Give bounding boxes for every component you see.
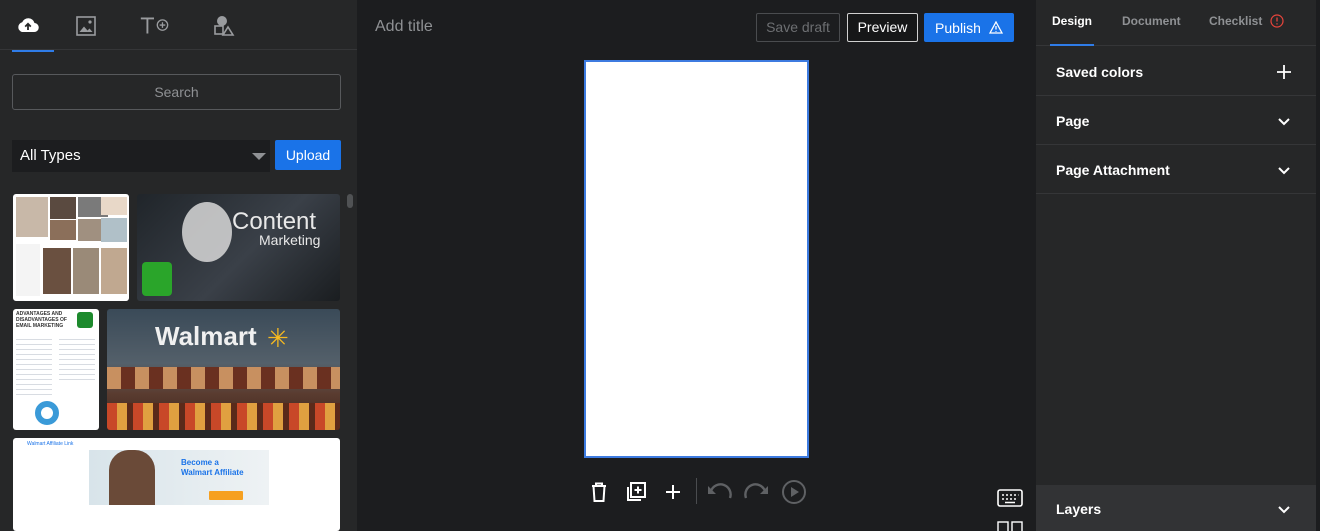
- story-editor: All Types Upload Content Marketing ADVAN…: [0, 0, 1320, 531]
- layers-panel-header[interactable]: Layers: [1036, 485, 1316, 531]
- publish-button[interactable]: Publish: [924, 13, 1014, 42]
- left-panel: All Types Upload Content Marketing ADVAN…: [0, 0, 357, 531]
- saved-colors-label: Saved colors: [1056, 64, 1144, 80]
- affiliate-cta: [209, 491, 243, 500]
- shapes-icon[interactable]: [208, 10, 240, 42]
- page-section[interactable]: Page: [1036, 96, 1316, 145]
- type-filter-select[interactable]: All Types: [12, 140, 270, 172]
- page-attachment-label: Page Attachment: [1056, 162, 1170, 178]
- right-panel: Design Document Checklist Saved colors P…: [1036, 0, 1316, 531]
- add-page-icon[interactable]: [659, 478, 687, 506]
- media-tabs: [0, 0, 357, 52]
- duplicate-page-icon[interactable]: [622, 478, 650, 506]
- green-logo-icon: [142, 262, 172, 296]
- page-section-label: Page: [1056, 113, 1090, 129]
- walmart-spark-icon: ✳: [267, 323, 289, 353]
- thumb-content-marketing[interactable]: Content Marketing: [137, 194, 340, 301]
- page-attachment-section[interactable]: Page Attachment: [1036, 145, 1316, 194]
- chevron-down-icon[interactable]: [1276, 162, 1292, 178]
- thumb-walmart-affiliate[interactable]: Walmart Affiliate Link Become a Walmart …: [13, 438, 340, 531]
- image-icon[interactable]: [70, 10, 102, 42]
- add-color-icon[interactable]: [1276, 64, 1292, 80]
- tab-design[interactable]: Design: [1049, 14, 1095, 46]
- collage-tile: [101, 197, 127, 215]
- grid-view-icon[interactable]: [997, 519, 1023, 531]
- window-edge: [1316, 0, 1320, 531]
- chevron-down-icon[interactable]: [1276, 501, 1292, 517]
- affiliate-person: [109, 450, 155, 505]
- thumb-walmart-store[interactable]: Walmart ✳: [107, 309, 340, 430]
- tab-checklist[interactable]: Checklist: [1209, 14, 1284, 28]
- doc-text-lines: [16, 335, 52, 395]
- affiliate-header: Walmart Affiliate Link: [27, 441, 74, 447]
- layers-label: Layers: [1056, 501, 1102, 517]
- collage-tile: [16, 197, 48, 237]
- save-draft-button[interactable]: Save draft: [756, 13, 840, 42]
- pumpkin-display: [107, 403, 340, 430]
- caret-down-icon: [252, 153, 266, 160]
- undo-icon[interactable]: [705, 478, 733, 506]
- play-preview-icon[interactable]: [780, 478, 808, 506]
- collage-tile: [50, 197, 76, 219]
- collage-tile: [73, 248, 99, 294]
- saved-colors-section[interactable]: Saved colors: [1036, 47, 1316, 96]
- media-search-input[interactable]: [12, 74, 341, 110]
- publish-label: Publish: [935, 19, 981, 36]
- email-doc-heading: ADVANTAGES AND DISADVANTAGES OF EMAIL MA…: [16, 311, 67, 329]
- thumb-collage[interactable]: [13, 194, 129, 301]
- warning-icon: [988, 21, 1003, 34]
- collage-tile: [101, 218, 127, 242]
- doc-text-lines: [59, 335, 95, 383]
- content-marketing-graphic: [182, 202, 232, 262]
- redo-icon[interactable]: [743, 478, 771, 506]
- tab-document[interactable]: Document: [1122, 14, 1181, 28]
- type-filter-value: All Types: [20, 147, 81, 164]
- upload-button[interactable]: Upload: [275, 140, 341, 170]
- toolbar-divider: [696, 478, 697, 504]
- delete-page-icon[interactable]: [585, 478, 613, 506]
- keyboard-shortcuts-icon[interactable]: [997, 489, 1023, 512]
- affiliate-headline-1: Become a: [181, 458, 219, 467]
- tab-checklist-label: Checklist: [1209, 14, 1263, 28]
- store-arches: [107, 367, 340, 389]
- affiliate-headline-2: Walmart Affiliate: [181, 468, 244, 477]
- text-add-icon[interactable]: [138, 10, 170, 42]
- story-title-input[interactable]: [375, 17, 675, 37]
- content-marketing-subtitle: Marketing: [259, 232, 321, 248]
- gallery-scrollbar[interactable]: [347, 194, 353, 208]
- walmart-sign-text: Walmart: [155, 321, 257, 351]
- doc-logo-icon: [77, 312, 93, 328]
- alert-circle-icon: [1270, 14, 1284, 28]
- chevron-down-icon[interactable]: [1276, 113, 1292, 129]
- inspector-tabs: Design Document Checklist: [1036, 0, 1316, 46]
- preview-button[interactable]: Preview: [847, 13, 918, 42]
- collage-tile: [16, 244, 40, 296]
- story-page-canvas[interactable]: [584, 60, 809, 458]
- collage-tile: [101, 248, 127, 294]
- upload-cloud-icon[interactable]: [12, 10, 54, 52]
- collage-tile: [43, 248, 71, 294]
- donut-chart-graphic: [35, 401, 59, 425]
- collage-tile: [50, 220, 76, 240]
- thumb-email-marketing-doc[interactable]: ADVANTAGES AND DISADVANTAGES OF EMAIL MA…: [13, 309, 99, 430]
